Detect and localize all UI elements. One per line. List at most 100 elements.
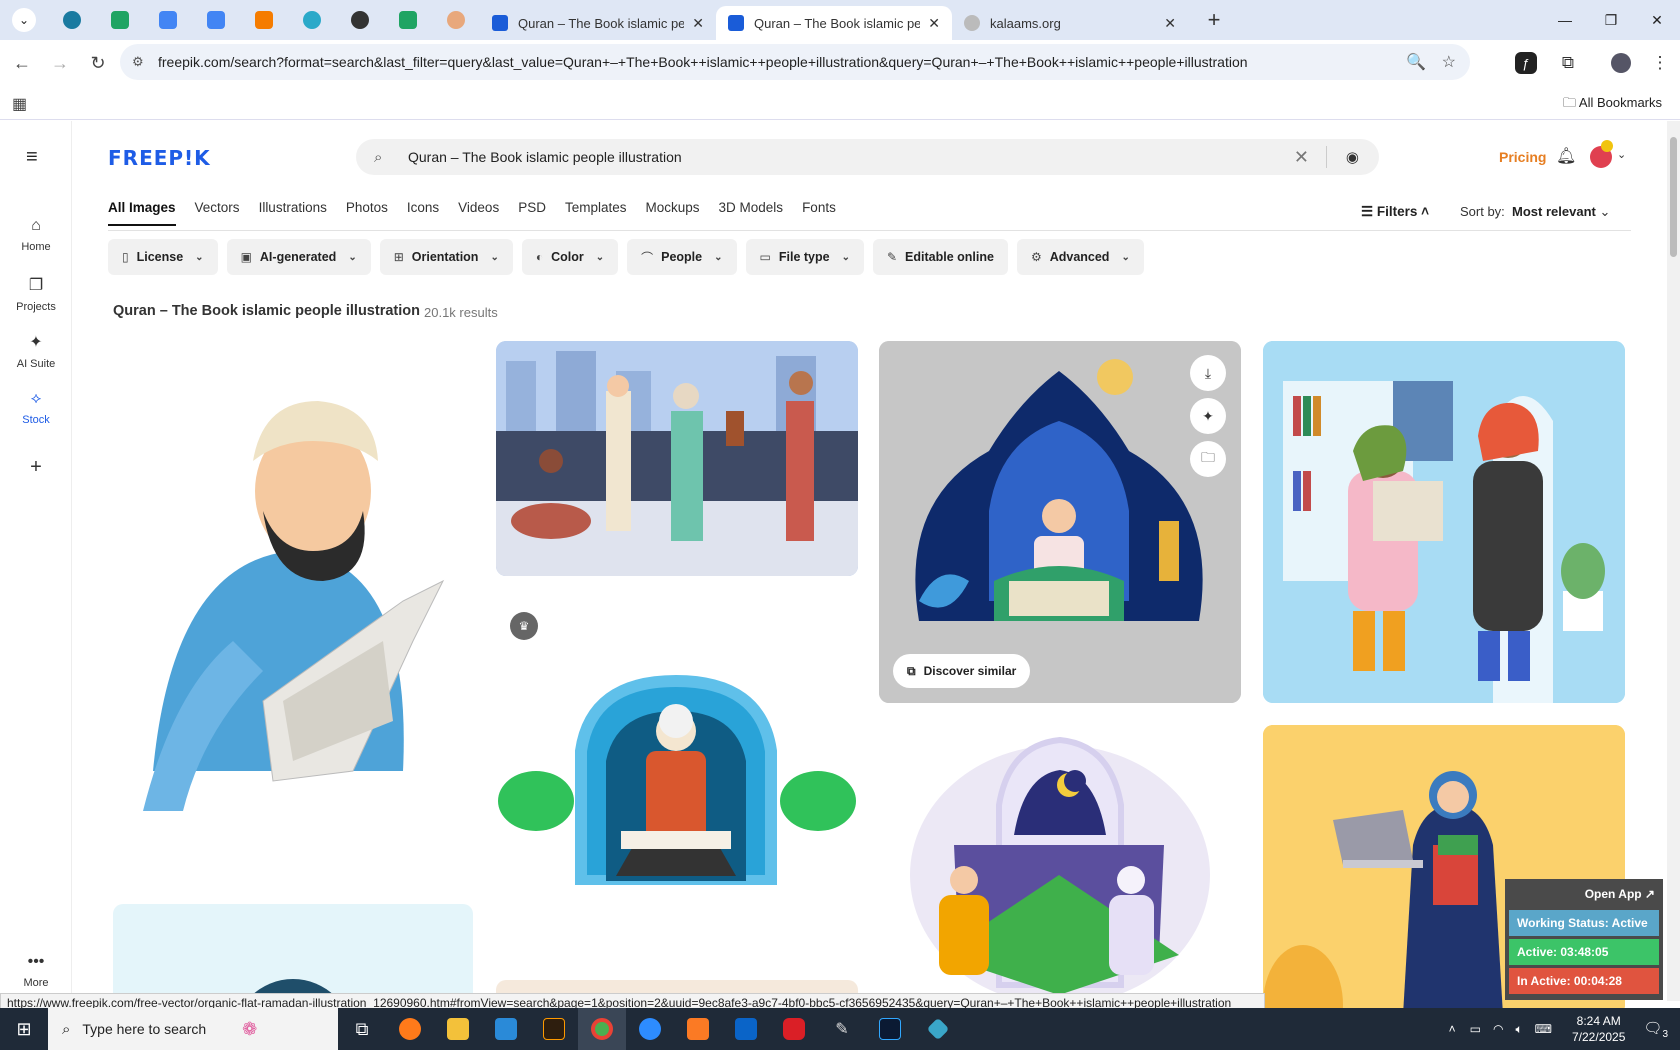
- add-button[interactable]: +: [0, 456, 72, 485]
- download-icon[interactable]: ⤓: [1190, 355, 1226, 391]
- creative-cloud-icon[interactable]: [770, 1008, 818, 1050]
- sidebar-item-ai-suite[interactable]: ✦ AI Suite: [0, 332, 72, 370]
- tab-3[interactable]: kalaams.org ✕: [952, 6, 1188, 40]
- clear-icon[interactable]: ✕: [1294, 147, 1309, 168]
- vscode-icon[interactable]: [482, 1008, 530, 1050]
- chip-license[interactable]: ▯ License ⌄: [108, 239, 218, 275]
- outlook-icon[interactable]: [722, 1008, 770, 1050]
- tab-1[interactable]: Quran – The Book islamic peop ✕: [480, 6, 716, 40]
- scrollbar-thumb[interactable]: [1670, 137, 1677, 257]
- pinned-tab-9[interactable]: [432, 0, 480, 40]
- extension-icon[interactable]: ƒ: [1515, 52, 1537, 74]
- pricing-link[interactable]: Pricing: [1499, 149, 1546, 165]
- xampp-icon[interactable]: [674, 1008, 722, 1050]
- tab-fonts[interactable]: Fonts: [802, 200, 836, 226]
- filters-toggle[interactable]: ☰ Filters ˄: [1361, 204, 1429, 220]
- result-image-partial-1[interactable]: [113, 904, 473, 1004]
- chevron-up-icon[interactable]: ˄: [1449, 1022, 1456, 1036]
- site-info-icon[interactable]: ⚙: [132, 54, 144, 70]
- tab-templates[interactable]: Templates: [565, 200, 627, 226]
- hamburger-menu-icon[interactable]: ≡: [26, 146, 38, 169]
- tab-2-active[interactable]: Quran – The Book islamic peop ✕: [716, 6, 952, 40]
- ai-sparkle-icon[interactable]: ✦: [1190, 398, 1226, 434]
- new-tab-button[interactable]: +: [1200, 7, 1228, 33]
- tab-illustrations[interactable]: Illustrations: [259, 200, 327, 226]
- tab-search-button[interactable]: ⌄: [0, 0, 48, 40]
- result-image-charity[interactable]: [496, 341, 858, 576]
- chip-editable-online[interactable]: ✎ Editable online: [872, 239, 1008, 275]
- windows-start-icon[interactable]: ⊞: [0, 1008, 48, 1050]
- pinned-tab-8[interactable]: [384, 0, 432, 40]
- camera-search-icon[interactable]: ◉: [1346, 148, 1359, 166]
- wifi-icon[interactable]: ◠: [1493, 1022, 1503, 1036]
- restore-icon[interactable]: ❐: [1588, 0, 1634, 40]
- taskbar-search[interactable]: ⌕ Type here to search ❁: [48, 1008, 338, 1050]
- tab-photos[interactable]: Photos: [346, 200, 388, 226]
- save-to-folder-icon[interactable]: 🗀: [1190, 441, 1226, 477]
- volume-icon[interactable]: 🔈︎: [1515, 1022, 1522, 1037]
- page-scrollbar[interactable]: [1667, 121, 1680, 1001]
- close-icon[interactable]: ✕: [1164, 15, 1176, 32]
- close-window-icon[interactable]: ✕: [1634, 0, 1680, 40]
- back-icon[interactable]: ←: [6, 47, 38, 79]
- result-image-night-quran[interactable]: [879, 725, 1241, 1015]
- apps-grid-icon[interactable]: ▦: [12, 94, 27, 114]
- open-app-button[interactable]: Open App ↗: [1509, 883, 1659, 907]
- chip-advanced[interactable]: ⚙ Advanced ⌄: [1016, 239, 1144, 275]
- chip-color[interactable]: ◐ Color ⌄: [521, 239, 619, 275]
- tab-icons[interactable]: Icons: [407, 200, 439, 226]
- clock[interactable]: 8:24 AM 7/22/2025: [1572, 1013, 1625, 1045]
- result-image-man-reading-quran[interactable]: [496, 641, 858, 885]
- tab-3d-models[interactable]: 3D Models: [719, 200, 784, 226]
- pinned-tab-3[interactable]: [144, 0, 192, 40]
- pinned-tab-2[interactable]: [96, 0, 144, 40]
- search-input[interactable]: Quran – The Book islamic people illustra…: [408, 149, 682, 165]
- file-explorer-icon[interactable]: [434, 1008, 482, 1050]
- notification-bell-icon[interactable]: 🔔︎: [1556, 146, 1576, 166]
- notifications-icon[interactable]: 🗨︎3: [1643, 1019, 1668, 1040]
- illustrator-icon[interactable]: [530, 1008, 578, 1050]
- minimize-icon[interactable]: —: [1542, 0, 1588, 40]
- firefox-icon[interactable]: [386, 1008, 434, 1050]
- pinned-tab-1[interactable]: [48, 0, 96, 40]
- profile-avatar-icon[interactable]: [1606, 48, 1636, 78]
- tab-vectors[interactable]: Vectors: [195, 200, 240, 226]
- bookmark-star-icon[interactable]: ☆: [1442, 52, 1456, 72]
- chevron-down-icon[interactable]: ⌄: [1617, 148, 1626, 161]
- url-bar[interactable]: ⚙ freepik.com/search?format=search&last_…: [120, 44, 1470, 80]
- tab-psd[interactable]: PSD: [518, 200, 546, 226]
- extensions-puzzle-icon[interactable]: ⧉: [1553, 48, 1583, 78]
- pinned-tab-6[interactable]: [288, 0, 336, 40]
- close-icon[interactable]: ✕: [928, 15, 940, 32]
- language-icon[interactable]: ⌨: [1535, 1022, 1552, 1036]
- sort-dropdown[interactable]: Sort by: Most relevant ⌄: [1460, 204, 1610, 220]
- chip-ai-generated[interactable]: ▣ AI-generated ⌄: [226, 239, 371, 275]
- zoom-icon[interactable]: 🔍: [1406, 52, 1426, 72]
- close-icon[interactable]: ✕: [692, 15, 704, 32]
- discover-similar-button[interactable]: ⧉ Discover similar: [893, 654, 1031, 688]
- chip-file-type[interactable]: ▭ File type ⌄: [745, 239, 864, 275]
- pinned-tab-5[interactable]: [240, 0, 288, 40]
- network-icon[interactable]: ▭: [1470, 1022, 1481, 1036]
- search-bar[interactable]: ⌕ Quran – The Book islamic people illust…: [356, 139, 1379, 175]
- reload-icon[interactable]: ↻: [82, 47, 114, 79]
- chrome-icon[interactable]: [578, 1008, 626, 1050]
- result-image-man-reading[interactable]: [113, 341, 473, 881]
- result-image-girls-books[interactable]: [1263, 341, 1625, 703]
- sidebar-item-home[interactable]: ⌂ Home: [0, 217, 72, 253]
- tab-mockups[interactable]: Mockups: [646, 200, 700, 226]
- zoom-icon[interactable]: [626, 1008, 674, 1050]
- menu-dots-icon[interactable]: ⋮: [1645, 48, 1675, 78]
- chip-people[interactable]: ⌒ People ⌄: [627, 239, 737, 275]
- app-diamond-icon[interactable]: [914, 1008, 962, 1050]
- sidebar-item-stock[interactable]: ⟡ Stock: [0, 390, 72, 426]
- result-image-ramadan-quran[interactable]: [879, 341, 1241, 703]
- freepik-logo[interactable]: FREEP!K: [108, 146, 211, 170]
- tab-videos[interactable]: Videos: [458, 200, 499, 226]
- forward-icon[interactable]: →: [44, 47, 76, 79]
- task-view-icon[interactable]: ⧉: [338, 1008, 386, 1050]
- photoshop-icon[interactable]: [866, 1008, 914, 1050]
- tab-all-images[interactable]: All Images: [108, 200, 176, 226]
- chip-orientation[interactable]: ⊞ Orientation ⌄: [379, 239, 513, 275]
- all-bookmarks[interactable]: 🗀 All Bookmarks: [1563, 94, 1662, 116]
